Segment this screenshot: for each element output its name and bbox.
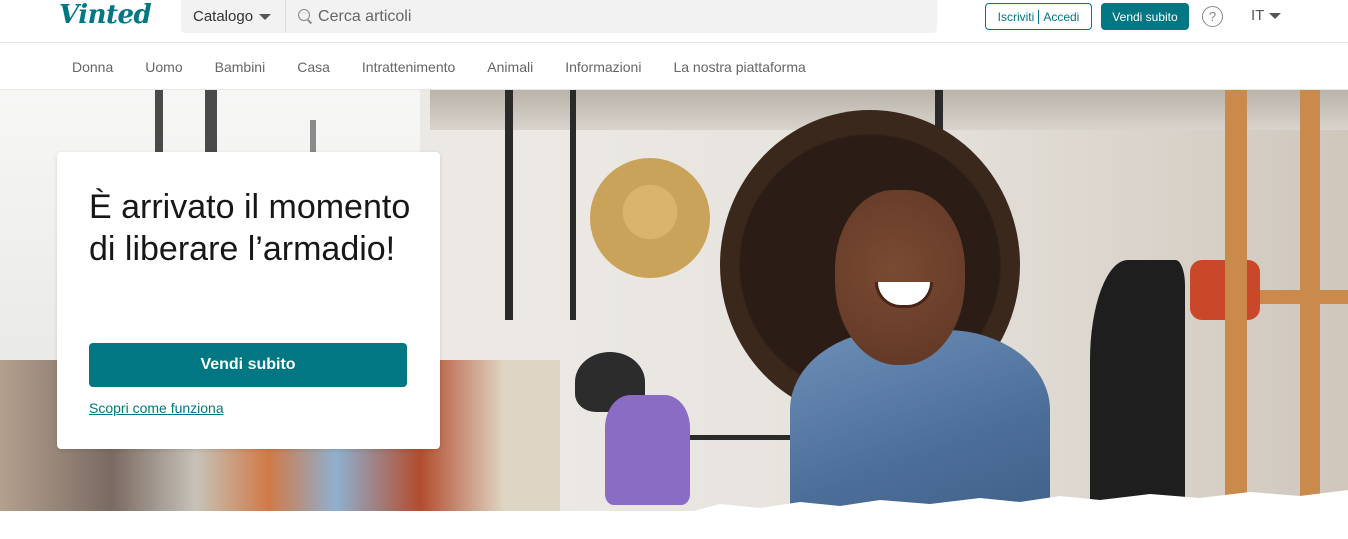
nav-item-informazioni[interactable]: Informazioni (549, 59, 657, 75)
vinted-logo[interactable]: Vinted (59, 0, 152, 34)
nav-item-bambini[interactable]: Bambini (199, 59, 282, 75)
language-label: IT (1251, 7, 1265, 24)
wooden-shelf (1260, 290, 1348, 304)
nav-item-casa[interactable]: Casa (281, 59, 346, 75)
torn-paper-edge (693, 490, 1348, 511)
rack-pipe (570, 90, 576, 320)
nav-item-donna[interactable]: Donna (56, 59, 129, 75)
login-label: Accedi (1043, 9, 1080, 24)
category-nav: Donna Uomo Bambini Casa Intrattenimento … (0, 44, 1348, 90)
language-selector[interactable]: IT (1251, 7, 1282, 24)
help-icon[interactable]: ? (1202, 6, 1223, 27)
signup-login-button[interactable]: Iscriviti Accedi (985, 3, 1092, 30)
signup-label: Iscriviti (997, 9, 1035, 24)
search-icon (298, 8, 314, 25)
purple-jacket-image (605, 395, 690, 505)
straw-hat-image (590, 158, 710, 278)
rack-pipe (505, 90, 513, 320)
hero-sell-button[interactable]: Vendi subito (89, 343, 407, 387)
how-it-works-link[interactable]: Scopri come funziona (89, 400, 224, 416)
nav-item-uomo[interactable]: Uomo (129, 59, 198, 75)
chevron-down-icon (1269, 12, 1282, 19)
top-header: Vinted Catalogo Iscriviti Accedi Vendi s… (0, 0, 1348, 43)
nav-item-animali[interactable]: Animali (471, 59, 549, 75)
person-face-image (835, 190, 965, 365)
auth-divider (1038, 9, 1040, 24)
search-input[interactable] (318, 7, 919, 26)
wooden-shelf (1225, 90, 1247, 511)
sell-now-button[interactable]: Vendi subito (1101, 3, 1189, 30)
nav-item-piattaforma[interactable]: La nostra piattaforma (657, 59, 821, 75)
hero-title: È arrivato il momento di liberare l’arma… (89, 188, 411, 268)
catalog-dropdown[interactable]: Catalogo (181, 0, 287, 33)
search-bar: Catalogo (181, 0, 937, 33)
catalog-label: Catalogo (193, 8, 254, 25)
chevron-down-icon (259, 13, 272, 20)
dark-coat-image (1090, 260, 1185, 511)
hero-card: È arrivato il momento di liberare l’arma… (57, 152, 440, 449)
nav-item-intrattenimento[interactable]: Intrattenimento (346, 59, 471, 75)
